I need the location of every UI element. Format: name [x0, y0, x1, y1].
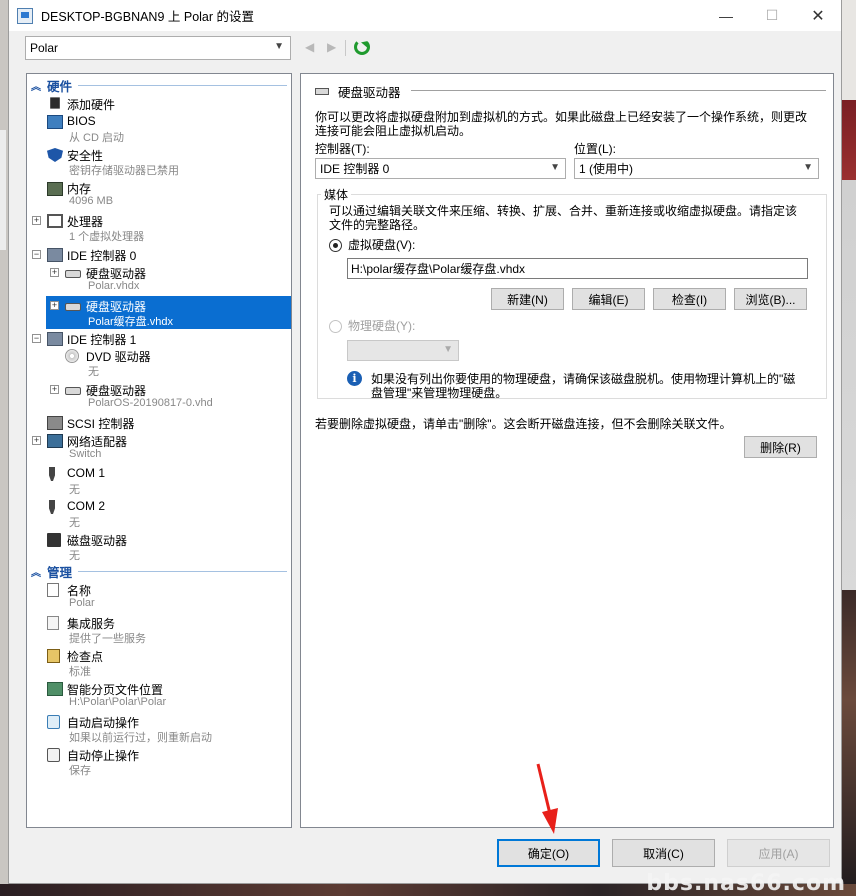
chevron-down-icon: ▼ — [803, 162, 813, 173]
hard-drive-icon — [65, 303, 81, 311]
collapse-node-icon[interactable]: − — [32, 250, 41, 259]
collapse-icon: ︽ — [31, 81, 41, 93]
desktop-background-right — [840, 0, 856, 896]
vhd-path-value: H:\polar缓存盘\Polar缓存盘.vhdx — [351, 262, 526, 276]
physical-disk-dropdown[interactable]: ▼ — [347, 340, 459, 361]
management-section-header[interactable]: ︽ 管理 — [27, 563, 291, 580]
hardware-header-label: 硬件 — [47, 79, 73, 94]
integration-services-icon — [47, 616, 59, 630]
back-arrow-icon[interactable]: ◀ — [305, 40, 314, 54]
collapse-icon: ︽ — [31, 567, 41, 579]
hard-drive-icon — [65, 270, 81, 278]
auto-start-icon — [47, 715, 60, 729]
physical-disk-info: 如果没有列出你要使用的物理硬盘，请确保该磁盘脱机。使用物理计算机上的"磁 盘管理… — [371, 372, 795, 400]
hard-drive-icon — [315, 88, 329, 95]
hyperv-settings-icon — [17, 7, 33, 24]
chevron-down-icon: ▼ — [443, 344, 453, 355]
minimize-button[interactable]: — — [703, 0, 749, 31]
cancel-button[interactable]: 取消(C) — [612, 839, 715, 867]
header-divider — [411, 90, 826, 91]
remove-instructions: 若要删除虚拟硬盘，请单击"删除"。这会断开磁盘连接，但不会删除关联文件。 — [315, 417, 732, 431]
inspect-button[interactable]: 检查(I) — [653, 288, 726, 310]
com-port-icon — [49, 467, 55, 481]
expand-icon[interactable]: + — [32, 216, 41, 225]
apply-button[interactable]: 应用(A) — [727, 839, 830, 867]
checkpoint-icon — [47, 649, 60, 663]
close-button[interactable]: ✕ — [795, 0, 841, 31]
description-line-1: 你可以更改将虚拟硬盘附加到虚拟机的方式。如果此磁盘上已经安装了一个操作系统，则更… — [315, 110, 808, 124]
dvd-icon — [65, 349, 79, 363]
processor-icon — [47, 214, 63, 228]
media-description-line-1: 可以通过编辑关联文件来压缩、转换、扩展、合并、重新连接或收缩虚拟硬盘。请指定该 — [329, 204, 798, 218]
browse-button[interactable]: 浏览(B)... — [734, 288, 807, 310]
settings-window: DESKTOP-BGBNAN9 上 Polar 的设置 — ☐ ✕ Polar … — [8, 0, 842, 884]
vm-selector[interactable]: Polar ▼ — [25, 36, 291, 60]
expand-icon[interactable]: + — [50, 301, 59, 310]
controller-value: IDE 控制器 0 — [320, 162, 390, 176]
watermark-text: bbs.nas66.com — [646, 871, 846, 896]
hard-drive-icon — [65, 387, 81, 395]
chevron-down-icon: ▼ — [550, 162, 560, 173]
media-description: 可以通过编辑关联文件来压缩、转换、扩展、合并、重新连接或收缩虚拟硬盘。请指定该 … — [329, 204, 797, 232]
title-bar: DESKTOP-BGBNAN9 上 Polar 的设置 — ☐ ✕ — [9, 0, 841, 31]
description-line-2: 连接可能会阻止虚拟机启动。 — [315, 124, 472, 138]
auto-stop-icon — [47, 748, 60, 762]
maximize-button[interactable]: ☐ — [749, 0, 795, 31]
virtual-disk-radio[interactable] — [329, 239, 342, 252]
vm-selector-value: Polar — [30, 41, 59, 55]
ide-controller-icon — [47, 332, 63, 346]
toolbar-separator — [345, 40, 346, 56]
ide-controller-icon — [47, 248, 63, 262]
detail-panel: 硬盘驱动器 你可以更改将虚拟硬盘附加到虚拟机的方式。如果此磁盘上已经安装了一个操… — [300, 73, 834, 828]
bios-icon — [47, 115, 63, 129]
info-line-1: 如果没有列出你要使用的物理硬盘，请确保该磁盘脱机。使用物理计算机上的"磁 — [371, 372, 796, 386]
refresh-icon[interactable] — [354, 39, 370, 55]
vhd-path-input[interactable]: H:\polar缓存盘\Polar缓存盘.vhdx — [347, 258, 808, 279]
location-dropdown[interactable]: 1 (使用中) ▼ — [574, 158, 819, 179]
physical-disk-radio[interactable] — [329, 320, 342, 333]
physical-disk-label: 物理硬盘(Y): — [348, 319, 416, 333]
location-label: 位置(L): — [574, 142, 617, 156]
expand-icon[interactable]: + — [50, 385, 59, 394]
scsi-controller-icon — [47, 416, 63, 430]
controller-label: 控制器(T): — [315, 142, 370, 156]
forward-arrow-icon[interactable]: ▶ — [327, 40, 336, 54]
media-description-line-2: 文件的完整路径。 — [329, 218, 426, 232]
info-line-2: 盘管理"来管理物理硬盘。 — [371, 386, 508, 400]
window-title: DESKTOP-BGBNAN9 上 Polar 的设置 — [41, 10, 255, 24]
location-value: 1 (使用中) — [579, 162, 634, 176]
expand-icon[interactable]: + — [32, 436, 41, 445]
shield-icon — [47, 148, 63, 162]
expand-icon[interactable]: + — [50, 268, 59, 277]
ok-button[interactable]: 确定(O) — [497, 839, 600, 867]
virtual-disk-label: 虚拟硬盘(V): — [348, 238, 416, 252]
detail-description: 你可以更改将虚拟硬盘附加到虚拟机的方式。如果此磁盘上已经安装了一个操作系统，则更… — [315, 110, 807, 138]
floppy-icon — [47, 533, 61, 547]
remove-button[interactable]: 删除(R) — [744, 436, 817, 458]
add-hardware-icon — [50, 97, 60, 109]
smart-paging-icon — [47, 682, 63, 696]
detail-header: 硬盘驱动器 — [315, 82, 401, 101]
management-header-label: 管理 — [47, 565, 73, 580]
collapse-node-icon[interactable]: − — [32, 334, 41, 343]
chevron-down-icon: ▼ — [274, 41, 284, 52]
media-label: 媒体 — [321, 186, 352, 203]
com-port-icon — [49, 500, 55, 514]
name-icon — [47, 583, 59, 597]
hardware-section-header[interactable]: ︽ 硬件 — [27, 77, 291, 94]
annotation-arrow-icon — [536, 763, 558, 834]
settings-tree: ︽ 硬件 添加硬件 BIOS 从 CD 启动 安全性 密钥存储驱动器已禁用 内存… — [26, 73, 292, 828]
edit-button[interactable]: 编辑(E) — [572, 288, 645, 310]
info-icon: i — [347, 371, 362, 386]
controller-dropdown[interactable]: IDE 控制器 0 ▼ — [315, 158, 566, 179]
memory-icon — [47, 182, 63, 196]
network-adapter-icon — [47, 434, 63, 448]
desktop-background-left — [0, 130, 6, 250]
detail-title: 硬盘驱动器 — [338, 86, 401, 100]
new-button[interactable]: 新建(N) — [491, 288, 564, 310]
